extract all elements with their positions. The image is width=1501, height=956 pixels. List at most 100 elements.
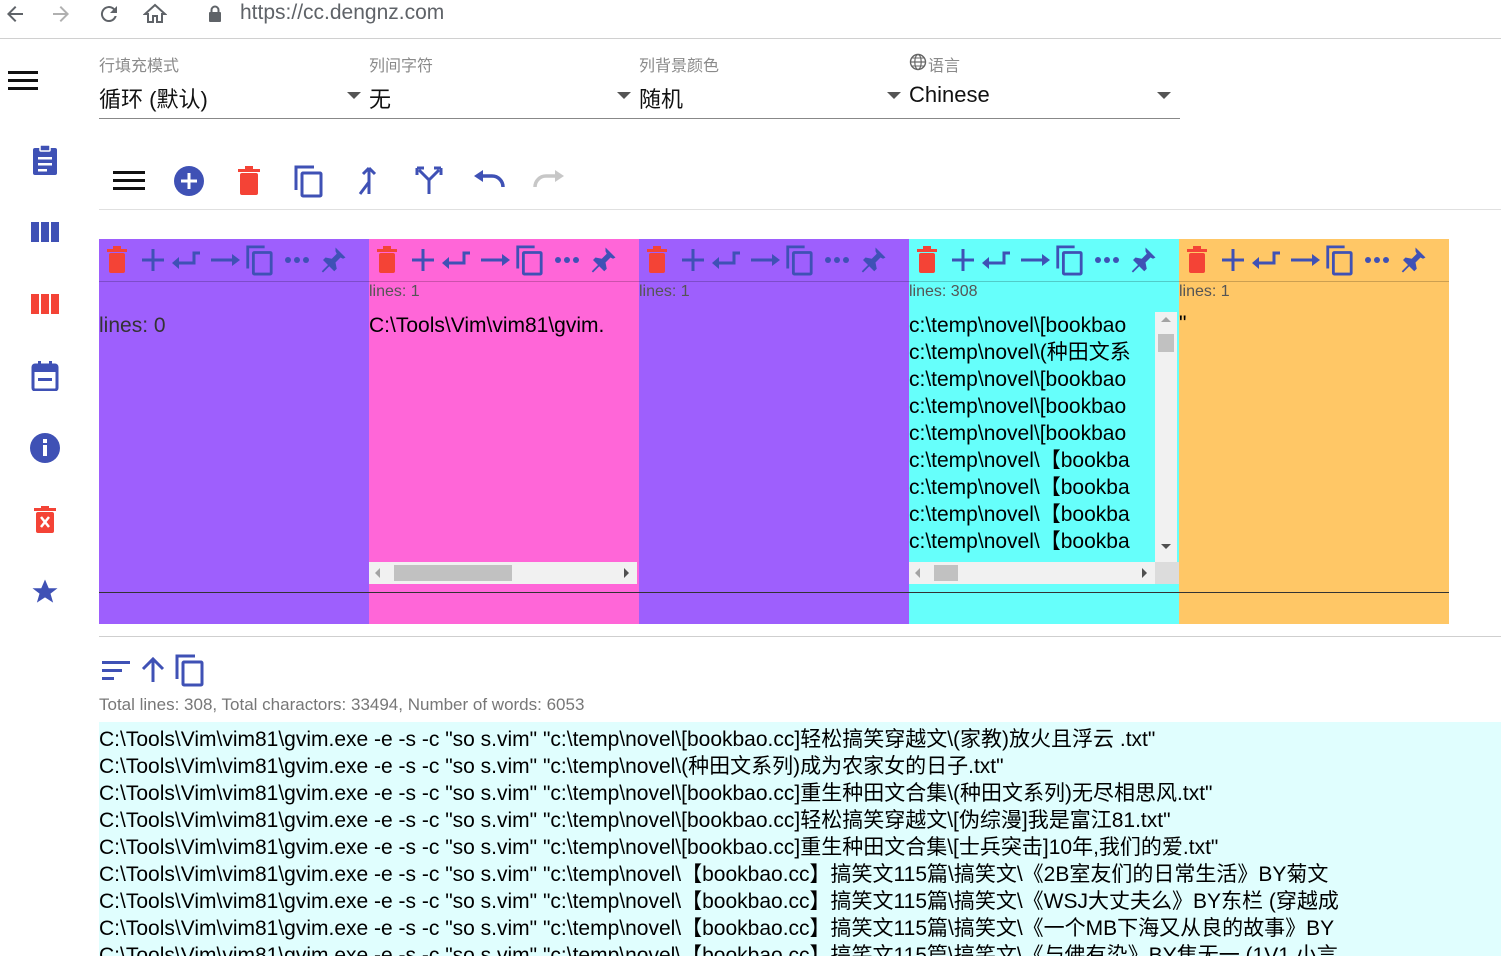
column-lines-small: lines: 1 (369, 283, 420, 300)
chevron-down-icon[interactable] (1157, 92, 1171, 99)
delete-column-icon[interactable] (641, 243, 673, 277)
output-line: C:\Tools\Vim\vim81\gvim.exe -e -s -c "so… (99, 890, 1339, 913)
menu-icon[interactable] (6, 64, 40, 98)
calendar-icon[interactable] (28, 359, 62, 393)
column-text-area[interactable]: c:\temp\novel\[bookbao c:\temp\novel\(种田文… (909, 312, 1155, 560)
bottom-divider (99, 636, 1501, 637)
language-label: 语言 (928, 58, 961, 75)
delete-column-icon[interactable] (911, 243, 943, 277)
horizontal-scrollbar[interactable] (909, 562, 1155, 584)
pin-icon[interactable] (857, 243, 889, 277)
add-column-button[interactable] (170, 162, 208, 200)
chevron-down-icon[interactable] (887, 92, 901, 99)
move-left-icon[interactable] (1251, 243, 1283, 277)
column-line: c:\temp\novel\(种田文系 (909, 341, 1131, 364)
delete-column-icon[interactable] (371, 243, 403, 277)
output-area[interactable]: C:\Tools\Vim\vim81\gvim.exe -e -s -c "so… (99, 722, 1501, 956)
url-text[interactable]: https://cc.dengnz.com (240, 1, 444, 25)
chevron-down-icon[interactable] (347, 92, 361, 99)
scroll-left-arrow-icon[interactable] (915, 568, 920, 578)
column-lines-count: lines: 0 (99, 314, 166, 337)
arrow-right-icon[interactable] (209, 243, 241, 277)
arrow-up-icon[interactable] (135, 652, 171, 688)
column-header (369, 239, 639, 282)
move-left-icon[interactable] (981, 243, 1013, 277)
copy-column-icon[interactable] (513, 243, 545, 277)
scroll-right-arrow-icon[interactable] (1142, 568, 1147, 578)
scroll-left-arrow-icon[interactable] (375, 568, 380, 578)
column-lines-small: lines: 1 (1179, 283, 1230, 300)
language-value[interactable]: Chinese (909, 82, 990, 108)
split-icon[interactable] (410, 162, 448, 200)
delete-column-icon[interactable] (101, 243, 133, 277)
reload-icon[interactable] (94, 0, 124, 28)
output-line: C:\Tools\Vim\vim81\gvim.exe -e -s -c "so… (99, 755, 1004, 778)
arrow-right-icon[interactable] (1019, 243, 1051, 277)
column-3: lines: 1 (639, 239, 909, 624)
copy-column-icon[interactable] (1323, 243, 1355, 277)
redo-icon[interactable] (530, 162, 568, 200)
output-line: C:\Tools\Vim\vim81\gvim.exe -e -s -c "so… (99, 944, 1338, 956)
copy-button[interactable] (289, 162, 327, 200)
scrollbar-thumb[interactable] (1158, 334, 1174, 352)
column-line: c:\temp\novel\【bookba (909, 503, 1130, 526)
add-icon[interactable] (947, 243, 979, 277)
column-bg-color-value[interactable]: 随机 (639, 82, 683, 114)
column-lines-small: lines: 308 (909, 283, 978, 300)
info-icon[interactable] (28, 431, 62, 465)
undo-icon[interactable] (470, 162, 508, 200)
column-header (1179, 239, 1449, 282)
scrollbar-thumb[interactable] (394, 565, 512, 581)
output-line: C:\Tools\Vim\vim81\gvim.exe -e -s -c "so… (99, 917, 1335, 940)
delete-all-button[interactable] (230, 162, 268, 200)
column-1: lines: 0 (99, 239, 369, 624)
move-left-icon[interactable] (171, 243, 203, 277)
row-fill-mode-value[interactable]: 循环 (默认) (99, 82, 208, 114)
home-icon[interactable] (140, 0, 170, 28)
more-horiz-icon[interactable] (1361, 243, 1393, 277)
copy-column-icon[interactable] (243, 243, 275, 277)
back-arrow-icon[interactable] (0, 0, 30, 28)
add-icon[interactable] (677, 243, 709, 277)
move-left-icon[interactable] (711, 243, 743, 277)
delete-column-icon[interactable] (1181, 243, 1213, 277)
arrow-right-icon[interactable] (749, 243, 781, 277)
pin-icon[interactable] (317, 243, 349, 277)
delete-forever-icon[interactable] (28, 503, 62, 537)
add-icon[interactable] (407, 243, 439, 277)
add-icon[interactable] (1217, 243, 1249, 277)
column-text-area[interactable]: C:\Tools\Vim\vim81\gvim. (369, 312, 639, 552)
copy-column-icon[interactable] (1053, 243, 1085, 277)
sort-icon[interactable] (99, 652, 135, 688)
scroll-down-arrow-icon[interactable] (1161, 544, 1171, 549)
copy-column-icon[interactable] (783, 243, 815, 277)
vertical-scrollbar[interactable] (1155, 312, 1177, 562)
arrow-right-icon[interactable] (479, 243, 511, 277)
column-separator-value[interactable]: 无 (369, 82, 391, 114)
clipboard-icon[interactable] (28, 143, 62, 177)
column-line: c:\temp\novel\【bookba (909, 530, 1130, 553)
pin-icon[interactable] (1397, 243, 1429, 277)
more-horiz-icon[interactable] (551, 243, 583, 277)
scroll-right-arrow-icon[interactable] (624, 568, 629, 578)
copy-output-icon[interactable] (171, 652, 207, 688)
pin-icon[interactable] (1127, 243, 1159, 277)
star-icon[interactable] (28, 575, 62, 609)
horizontal-scrollbar[interactable] (369, 562, 637, 584)
chevron-down-icon[interactable] (617, 92, 631, 99)
more-horiz-icon[interactable] (281, 243, 313, 277)
more-horiz-icon[interactable] (1091, 243, 1123, 277)
scroll-up-arrow-icon[interactable] (1161, 317, 1171, 322)
move-left-icon[interactable] (441, 243, 473, 277)
scrollbar-thumb[interactable] (934, 565, 958, 581)
more-horiz-icon[interactable] (821, 243, 853, 277)
columns-icon-red[interactable] (28, 287, 62, 321)
arrow-right-icon[interactable] (1289, 243, 1321, 277)
merge-icon[interactable] (350, 162, 388, 200)
column-line: C:\Tools\Vim\vim81\gvim. (369, 314, 605, 337)
pin-icon[interactable] (587, 243, 619, 277)
add-icon[interactable] (137, 243, 169, 277)
menu-lines-icon[interactable] (110, 162, 148, 200)
columns-icon-blue[interactable] (28, 215, 62, 249)
forward-arrow-icon[interactable] (46, 0, 76, 28)
